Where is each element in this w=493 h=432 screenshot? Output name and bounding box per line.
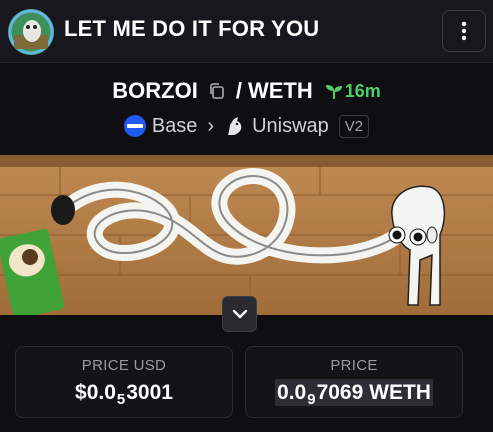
price-native-prefix: 0.0 <box>277 381 307 404</box>
pair-separator: / <box>235 78 242 103</box>
vertical-dots-icon <box>461 21 467 41</box>
price-native-card: PRICE 0.097069 WETH <box>245 346 463 418</box>
token-banner-image <box>0 155 493 315</box>
uniswap-unicorn-icon <box>228 117 242 135</box>
chevron-right-icon: › <box>207 114 215 137</box>
pair-age-value: 16m <box>344 80 381 101</box>
price-native-value: 0.097069 WETH <box>246 379 462 408</box>
price-native-digits: 7069 WETH <box>316 381 431 404</box>
price-usd-label: PRICE USD <box>81 357 167 374</box>
price-usd-digits: 3001 <box>126 381 173 404</box>
price-native-zero-count: 9 <box>307 391 316 408</box>
more-options-button[interactable] <box>442 10 486 52</box>
token-avatar <box>8 9 54 55</box>
price-usd-card: PRICE USD $0.053001 <box>15 346 233 418</box>
expand-banner-button[interactable] <box>222 296 257 332</box>
price-native-selection: 0.097069 WETH <box>275 379 433 408</box>
price-native-label: PRICE <box>330 357 378 374</box>
base-symbol: BORZOI <box>112 78 198 103</box>
price-usd-value: $0.053001 <box>16 381 232 408</box>
token-name: LET ME DO IT FOR YOU <box>64 16 320 41</box>
chain-breadcrumb: Base › Uniswap V2 <box>0 112 493 140</box>
sprout-icon <box>325 85 342 99</box>
copy-icon[interactable] <box>208 82 226 100</box>
price-usd-zero-count: 5 <box>116 391 126 408</box>
quote-symbol: WETH <box>247 78 313 103</box>
pair-age: 16m <box>325 81 381 102</box>
dex-name[interactable]: Uniswap <box>252 115 329 138</box>
chain-name[interactable]: Base <box>152 115 198 138</box>
price-usd-prefix: $0.0 <box>75 381 116 404</box>
pair-info: BORZOI / WETH 16m Base › Uniswap V2 <box>0 64 493 155</box>
token-header: LET ME DO IT FOR YOU <box>0 0 493 63</box>
dex-version-badge: V2 <box>338 114 370 138</box>
base-chain-icon <box>123 115 146 137</box>
chevron-down-icon <box>232 309 247 319</box>
pair-title: BORZOI / WETH 16m <box>0 76 493 106</box>
